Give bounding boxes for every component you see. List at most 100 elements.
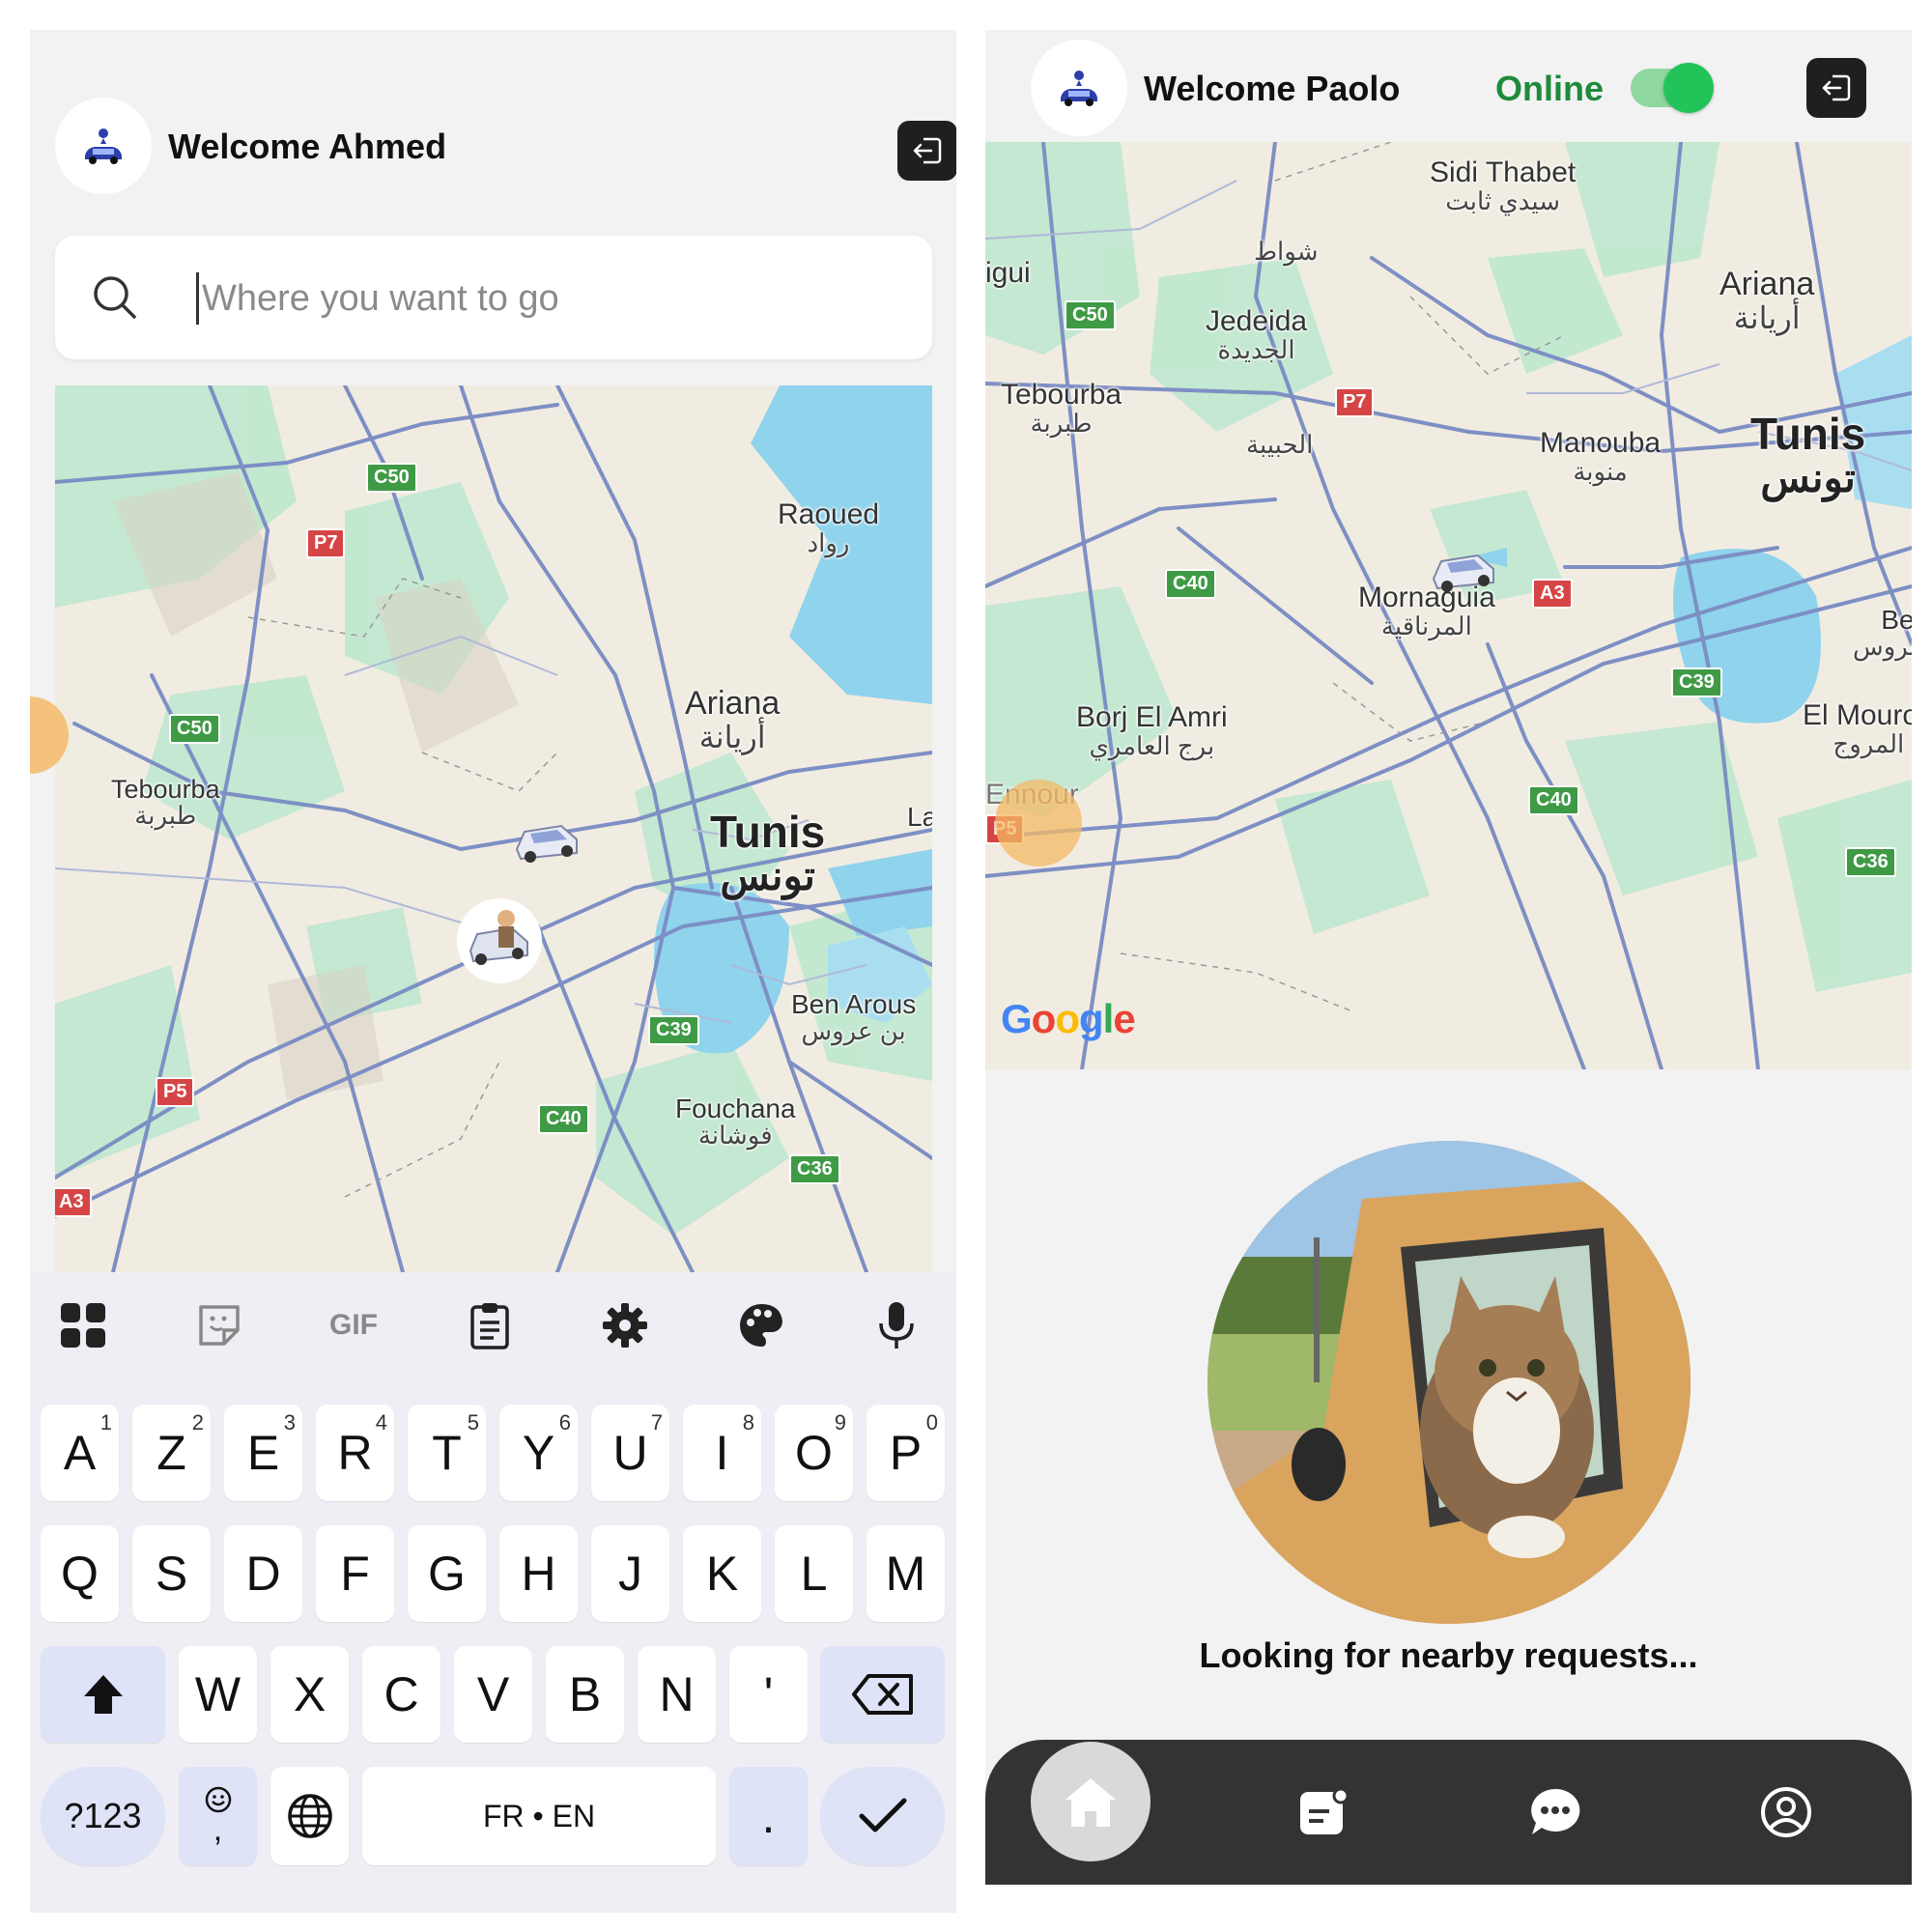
place-igui: igui [985, 257, 1031, 289]
place-ariana: Ariana أريانة [1719, 266, 1815, 335]
shift-arrow-icon [83, 1675, 123, 1714]
passenger-screen: Welcome Ahmed Where you want to go Raoue… [30, 30, 956, 1913]
bottom-navigation [985, 1740, 1912, 1885]
key-t[interactable]: T5 [408, 1405, 486, 1501]
key-o[interactable]: O9 [775, 1405, 853, 1501]
enter-key[interactable] [820, 1767, 945, 1865]
sticker-icon[interactable] [190, 1296, 248, 1354]
key-l[interactable]: L [775, 1525, 853, 1622]
logout-button[interactable] [1806, 58, 1866, 118]
gif-button[interactable]: GIF [325, 1296, 383, 1354]
key-i[interactable]: I8 [683, 1405, 761, 1501]
requests-icon [1300, 1787, 1350, 1834]
place-habiba: الحبيبة [1246, 430, 1314, 459]
road-shield: A3 [55, 1187, 92, 1217]
home-icon [1065, 1778, 1116, 1827]
road-shield: C39 [1671, 668, 1722, 697]
nav-profile-button[interactable] [1752, 1778, 1820, 1846]
key-e[interactable]: E3 [224, 1405, 302, 1501]
key-b[interactable]: B [546, 1646, 624, 1743]
logout-icon [913, 137, 942, 164]
key-y[interactable]: Y6 [499, 1405, 578, 1501]
keyboard-toolbar: GIF [30, 1273, 956, 1379]
settings-gear-icon[interactable] [596, 1296, 654, 1354]
road-shield: A3 [1532, 579, 1573, 609]
key-v[interactable]: V [454, 1646, 532, 1743]
apps-grid-icon[interactable] [54, 1296, 112, 1354]
welcome-text: Welcome Paolo [1144, 69, 1401, 108]
key-a[interactable]: A1 [41, 1405, 119, 1501]
palette-icon[interactable] [732, 1296, 790, 1354]
place-tebourba: Tebourba طبربة [111, 775, 220, 831]
place-manouba: Manouba منوبة [1540, 427, 1662, 486]
road-shield: C36 [789, 1154, 840, 1184]
place-raoued: Raoued رواد [778, 498, 880, 557]
place-tunis: Tunis تونس [710, 807, 826, 899]
search-icon [94, 276, 136, 319]
period-key[interactable]: . [729, 1767, 808, 1865]
globe-icon [287, 1794, 332, 1838]
shift-key[interactable] [41, 1646, 165, 1743]
key-w[interactable]: W [179, 1646, 257, 1743]
key-p[interactable]: P0 [867, 1405, 945, 1501]
key-z[interactable]: Z2 [132, 1405, 211, 1501]
key-n[interactable]: N [638, 1646, 716, 1743]
nav-requests-button[interactable] [1291, 1778, 1358, 1846]
key-apostrophe[interactable]: ' [729, 1646, 808, 1743]
destination-search-input[interactable] [202, 265, 897, 332]
key-x[interactable]: X [270, 1646, 349, 1743]
logout-button[interactable] [897, 121, 956, 181]
searching-animation-image [1208, 1141, 1690, 1624]
key-u[interactable]: U7 [591, 1405, 669, 1501]
car-logo-icon [85, 128, 122, 164]
emoji-comma-key[interactable]: , [179, 1767, 257, 1865]
key-c[interactable]: C [362, 1646, 440, 1743]
car-marker-icon [515, 824, 578, 863]
road-shield: C39 [648, 1015, 699, 1045]
map-view[interactable]: Sidi Thabet سيدي ثابت igui شواط Jedeida ال… [985, 142, 1912, 1069]
key-r[interactable]: R4 [316, 1405, 394, 1501]
key-m[interactable]: M [867, 1525, 945, 1622]
road-shield: C50 [169, 714, 220, 744]
key-d[interactable]: D [224, 1525, 302, 1622]
place-ben-arous: Benبن عروس [1853, 605, 1912, 662]
road-shield: P5 [156, 1077, 195, 1107]
road-shield: C40 [1528, 785, 1579, 815]
key-j[interactable]: J [591, 1525, 669, 1622]
nav-chat-button[interactable] [1521, 1778, 1589, 1846]
search-bar[interactable] [55, 236, 932, 359]
on-screen-keyboard: GIF A1 Z2 E3 R4 T5 Y6 U7 I8 O9 P0 Q S D [30, 1273, 956, 1913]
place-ariana: Ariana أريانة [685, 685, 781, 754]
welcome-text: Welcome Ahmed [168, 127, 447, 166]
place-tunis: Tunis تونس [1750, 409, 1866, 501]
language-key[interactable] [270, 1767, 349, 1865]
nav-home-button[interactable] [1031, 1742, 1151, 1861]
key-k[interactable]: K [683, 1525, 761, 1622]
key-g[interactable]: G [408, 1525, 486, 1622]
space-bar[interactable]: FR • EN [362, 1767, 716, 1865]
road-shield: P7 [306, 528, 346, 558]
symbols-key[interactable]: ?123 [41, 1767, 165, 1865]
place-sidi-thabet: Sidi Thabet سيدي ثابت [1430, 156, 1577, 215]
online-toggle[interactable] [1631, 63, 1714, 113]
key-q[interactable]: Q [41, 1525, 119, 1622]
place-fouchana: Fouchana فوشانة [675, 1094, 796, 1151]
road-shield: C40 [1165, 569, 1216, 599]
road-shield: C40 [538, 1104, 589, 1134]
map-view[interactable]: Raoued رواد Ariana أريانة Tunis تونس Tebour… [55, 385, 932, 1272]
key-f[interactable]: F [316, 1525, 394, 1622]
key-h[interactable]: H [499, 1525, 578, 1622]
place-shwat: شواط [1254, 237, 1319, 266]
place-ben-arous: Ben Arous بن عروس [791, 989, 917, 1046]
google-attribution: Google [1001, 996, 1136, 1041]
microphone-icon[interactable] [867, 1296, 925, 1354]
road-shield: C50 [1065, 300, 1116, 330]
online-status-label: Online [1495, 69, 1605, 108]
clipboard-icon[interactable] [461, 1296, 519, 1354]
key-s[interactable]: S [132, 1525, 211, 1622]
text-cursor [196, 272, 199, 325]
header: Welcome Ahmed [55, 98, 956, 196]
backspace-key[interactable] [820, 1646, 945, 1743]
place-jedeida: Jedeida الجديدة [1206, 305, 1308, 364]
car-logo-icon [1061, 71, 1097, 106]
